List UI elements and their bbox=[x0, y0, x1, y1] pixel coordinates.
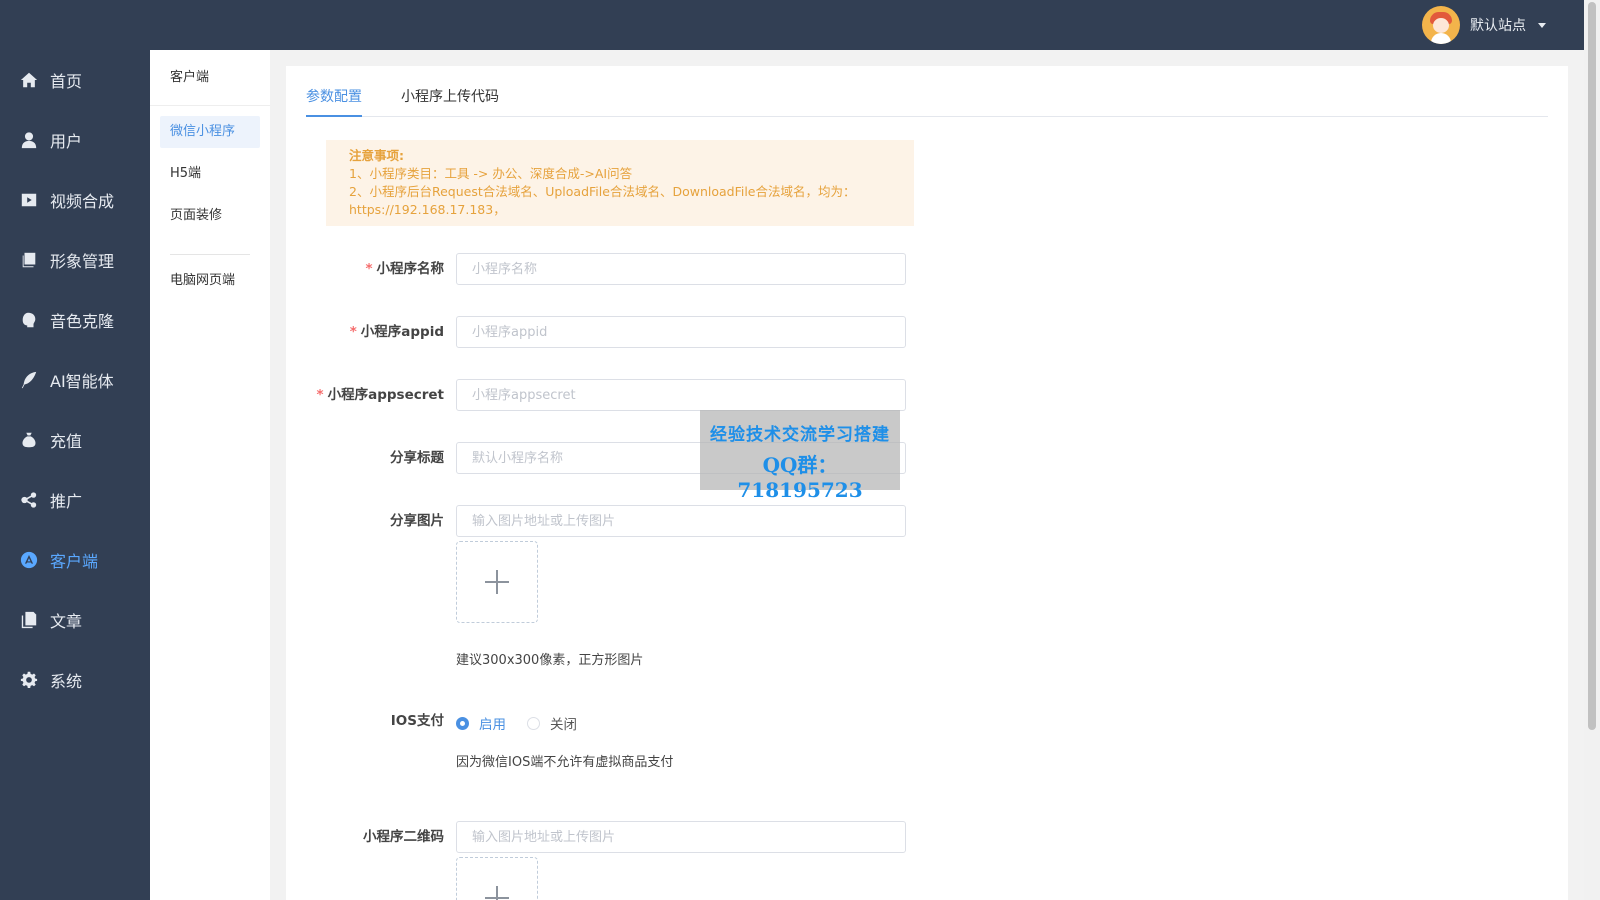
appid-input[interactable] bbox=[456, 316, 906, 348]
notice-line-1: 1、小程序类目：工具 -> 办公、深度合成->AI问答 bbox=[349, 166, 633, 181]
sidebar-item-label: 推广 bbox=[50, 492, 83, 511]
radio-checked-icon bbox=[456, 716, 469, 730]
sidebar-item-ai-agent[interactable]: AI智能体 bbox=[0, 350, 150, 410]
watermark-line-1: 经验技术交流学习搭建 bbox=[710, 425, 890, 445]
sidebar-item-label: 音色克隆 bbox=[50, 312, 115, 331]
main-content: 参数配置 小程序上传代码 注意事项: 1、小程序类目：工具 -> 办公、深度合成… bbox=[286, 66, 1568, 900]
qrcode-upload-button[interactable] bbox=[456, 857, 538, 900]
avatar bbox=[1422, 6, 1460, 44]
field-label: * 小程序名称 bbox=[286, 253, 444, 285]
video-icon bbox=[20, 191, 38, 209]
sidebar-item-label: 充值 bbox=[50, 432, 83, 451]
appsecret-input[interactable] bbox=[456, 379, 906, 411]
sidebar-item-home[interactable]: 首页 bbox=[0, 50, 150, 110]
plus-icon bbox=[485, 886, 509, 900]
field-label: IOS支付 bbox=[390, 713, 444, 729]
share-image-input[interactable] bbox=[456, 505, 906, 537]
page-scrollbar[interactable] bbox=[1584, 0, 1600, 900]
field-label: 小程序二维码 bbox=[363, 829, 444, 845]
ios-pay-disable-radio[interactable]: 关闭 bbox=[527, 713, 577, 733]
sidebar-item-client[interactable]: 客户端 bbox=[0, 530, 150, 590]
notice-box: 注意事项: 1、小程序类目：工具 -> 办公、深度合成->AI问答 2、小程序后… bbox=[326, 140, 914, 226]
required-mark: * bbox=[365, 261, 373, 277]
label-text: 小程序appsecret bbox=[327, 387, 444, 403]
document-icon bbox=[20, 611, 38, 629]
sidebar-item-label: 用户 bbox=[50, 132, 83, 151]
gear-icon bbox=[20, 671, 38, 689]
sidebar-item-label: 客户端 bbox=[50, 552, 99, 571]
notice-title: 注意事项: bbox=[349, 148, 404, 163]
sidebar-item-label: 首页 bbox=[50, 72, 83, 91]
user-icon bbox=[20, 131, 38, 149]
sidebar-item-label: AI智能体 bbox=[50, 372, 114, 391]
sidebar-item-label: 形象管理 bbox=[50, 252, 115, 271]
field-label: 分享图片 bbox=[390, 513, 444, 529]
sidebar-item-label: 系统 bbox=[50, 672, 83, 691]
tab-upload-code[interactable]: 小程序上传代码 bbox=[401, 86, 499, 115]
field-label: * 小程序appsecret bbox=[286, 379, 444, 411]
notice-line-2: 2、小程序后台Request合法域名、UploadFile合法域名、Downlo… bbox=[349, 184, 856, 199]
subnav-title: 客户端 bbox=[150, 50, 270, 106]
label-text: 小程序appid bbox=[360, 324, 444, 340]
required-mark: * bbox=[349, 324, 357, 340]
sidebar-item-voice-clone[interactable]: 音色克隆 bbox=[0, 290, 150, 350]
qrcode-input[interactable] bbox=[456, 821, 906, 853]
share-icon bbox=[20, 491, 38, 509]
watermark-overlay: 经验技术交流学习搭建 QQ群：718195723 bbox=[700, 410, 900, 502]
divider bbox=[170, 254, 250, 255]
label-text: 小程序名称 bbox=[376, 261, 445, 277]
subnav-item-page-decor[interactable]: 页面装修 bbox=[160, 200, 260, 232]
sidebar-item-avatar-manage[interactable]: 形象管理 bbox=[0, 230, 150, 290]
ios-pay-hint: 因为微信IOS端不允许有虚拟商品支付 bbox=[456, 755, 674, 770]
scrollbar-thumb[interactable] bbox=[1588, 2, 1596, 730]
top-bar: 默认站点 bbox=[0, 0, 1584, 50]
feather-icon bbox=[20, 371, 38, 389]
share-image-upload-button[interactable] bbox=[456, 541, 538, 623]
tab-bar: 参数配置 小程序上传代码 bbox=[306, 66, 1548, 117]
required-mark: * bbox=[316, 387, 324, 403]
voice-icon bbox=[20, 311, 38, 329]
sidebar-item-label: 文章 bbox=[50, 612, 83, 631]
sidebar-item-user[interactable]: 用户 bbox=[0, 110, 150, 170]
ios-pay-enable-radio[interactable]: 启用 bbox=[456, 713, 506, 733]
caret-down-icon bbox=[1538, 22, 1546, 28]
sidebar-item-recharge[interactable]: 充值 bbox=[0, 410, 150, 470]
sidebar-item-video[interactable]: 视频合成 bbox=[0, 170, 150, 230]
home-icon bbox=[20, 71, 38, 89]
radio-label: 启用 bbox=[479, 717, 506, 733]
field-label: * 小程序appid bbox=[286, 316, 444, 348]
radio-unchecked-icon bbox=[527, 716, 540, 730]
field-label: 分享标题 bbox=[390, 450, 444, 466]
sidebar: 首页 用户 视频合成 形象管理 音色克隆 AI智能体 充值 推广 客户端 文章 … bbox=[0, 50, 150, 900]
radio-label: 关闭 bbox=[550, 717, 577, 733]
site-name: 默认站点 bbox=[1470, 18, 1526, 34]
tab-params-config[interactable]: 参数配置 bbox=[306, 86, 362, 117]
app-store-icon bbox=[20, 551, 38, 569]
sub-navigation: 客户端 微信小程序 H5端 页面装修 电脑网页端 bbox=[150, 50, 270, 900]
watermark-line-2: QQ群：718195723 bbox=[737, 453, 863, 502]
plus-icon bbox=[485, 570, 509, 594]
sidebar-item-promote[interactable]: 推广 bbox=[0, 470, 150, 530]
subnav-item-wechat-mini[interactable]: 微信小程序 bbox=[160, 116, 260, 148]
sidebar-item-label: 视频合成 bbox=[50, 192, 115, 211]
subnav-item-pc-web[interactable]: 电脑网页端 bbox=[160, 265, 260, 297]
subnav-item-h5[interactable]: H5端 bbox=[160, 158, 260, 190]
notice-line-3: https://192.168.17.183， bbox=[349, 202, 506, 217]
money-bag-icon bbox=[20, 431, 38, 449]
site-switcher[interactable]: 默认站点 bbox=[1422, 6, 1546, 44]
mini-program-name-input[interactable] bbox=[456, 253, 906, 285]
sidebar-item-system[interactable]: 系统 bbox=[0, 650, 150, 710]
share-image-hint: 建议300x300像素，正方形图片 bbox=[456, 653, 644, 668]
sidebar-item-article[interactable]: 文章 bbox=[0, 590, 150, 650]
image-icon bbox=[20, 251, 38, 269]
